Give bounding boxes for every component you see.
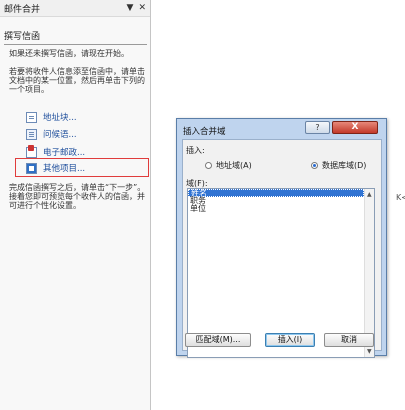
database-field-label: 数据库域(D) [322, 161, 367, 170]
document-edge-mark: K< [396, 193, 405, 202]
help-button[interactable]: ? [305, 121, 330, 134]
scroll-down-icon[interactable]: ▼ [367, 348, 372, 355]
electronic-postage-label: 电子邮政... [43, 148, 86, 158]
field-item[interactable]: 职务 [188, 197, 364, 205]
database-field-radio[interactable]: 数据库域(D) [311, 160, 366, 171]
insert-merge-field-dialog: 插入合并域 ? X 插入: 地址域(A) 数据库域(D) 域(F): 姓名 职务… [176, 118, 387, 358]
electronic-postage-link[interactable]: 电子邮政... [26, 144, 86, 158]
address-field-radio[interactable]: 地址域(A) [205, 160, 252, 171]
field-item[interactable]: 单位 [188, 205, 364, 213]
greeting-line-label: 问候语... [43, 130, 77, 140]
instruction-text-1: 如果还未撰写信函，请现在开始。 [9, 49, 129, 58]
electronic-postage-icon [26, 144, 37, 158]
pane-close-icon[interactable]: ✕ [138, 3, 146, 13]
pane-title: 邮件合并 [4, 4, 41, 15]
insert-button[interactable]: 插入(I) [265, 333, 315, 347]
address-block-label: 地址块... [43, 113, 77, 123]
match-fields-button[interactable]: 匹配域(M)... [185, 333, 251, 347]
field-item-selected[interactable]: 姓名 [188, 189, 364, 198]
instruction-text-3: 完成信函撰写之后，请单击“下一步”。接着您即可预览每个收件人的信函，并可进行个性… [9, 183, 146, 210]
fields-scrollbar[interactable]: ▲ ▼ [364, 189, 374, 357]
dialog-body: 插入: 地址域(A) 数据库域(D) 域(F): 姓名 职务 单位 ▲ ▼ 匹配… [182, 139, 382, 358]
greeting-line-link[interactable]: 问候语... [26, 128, 77, 140]
pane-header: 邮件合并 ▼ ✕ [0, 0, 150, 17]
section-title: 撰写信函 [4, 32, 41, 42]
pane-options-dropdown-icon[interactable]: ▼ [127, 3, 134, 13]
scroll-up-icon[interactable]: ▲ [367, 191, 372, 198]
address-block-link[interactable]: 地址块... [26, 111, 77, 123]
close-button[interactable]: X [332, 121, 378, 134]
instruction-text-2: 若要将收件人信息添至信函中，请单击文档中的某一位置，然后再单击下列的一个项目。 [9, 67, 145, 94]
dialog-title: 插入合并域 [183, 127, 226, 137]
radio-off-icon [205, 162, 212, 169]
greeting-line-icon [26, 128, 37, 140]
mail-merge-pane: 邮件合并 ▼ ✕ 撰写信函 如果还未撰写信函，请现在开始。 若要将收件人信息添至… [0, 0, 151, 410]
cancel-button[interactable]: 取消 [324, 333, 374, 347]
section-divider [4, 44, 147, 45]
radio-on-icon [311, 162, 318, 169]
address-block-icon [26, 111, 37, 123]
insert-label: 插入: [186, 146, 205, 155]
address-field-label: 地址域(A) [216, 161, 252, 170]
highlight-box [15, 158, 149, 177]
